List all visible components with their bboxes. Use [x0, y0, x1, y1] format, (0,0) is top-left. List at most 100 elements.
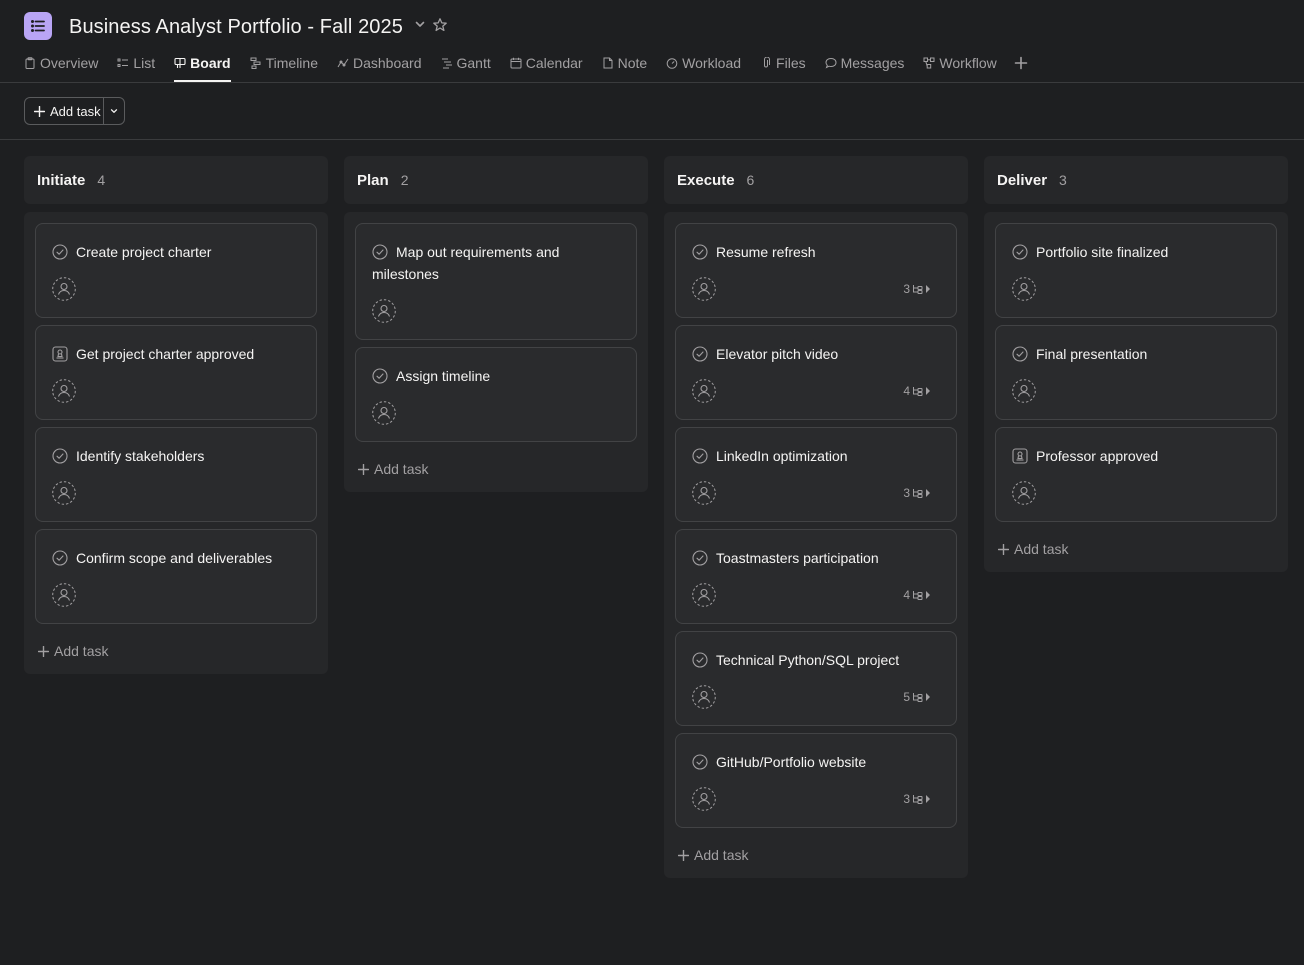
task-card[interactable]: Map out requirements and milestones: [355, 223, 637, 340]
add-tab-button[interactable]: [1014, 53, 1028, 72]
project-title[interactable]: Business Analyst Portfolio - Fall 2025: [69, 16, 403, 39]
tab-messages[interactable]: Messages: [825, 53, 904, 72]
board-toolbar: Add task: [0, 83, 1304, 140]
check-circle-icon[interactable]: [692, 448, 708, 464]
task-card[interactable]: LinkedIn optimization 3: [675, 427, 957, 522]
task-card[interactable]: Toastmasters participation 4: [675, 529, 957, 624]
board-icon: [174, 57, 186, 68]
subtasks-toggle[interactable]: 3: [903, 282, 932, 296]
tab-label: Gantt: [456, 54, 491, 71]
tab-workflow[interactable]: Workflow: [923, 53, 997, 72]
chevron-down-icon[interactable]: [413, 17, 427, 31]
assignee-avatar-icon[interactable]: [1012, 277, 1036, 301]
tab-list[interactable]: List: [117, 53, 155, 72]
tab-files[interactable]: Files: [760, 53, 806, 72]
check-circle-icon[interactable]: [692, 346, 708, 362]
column-header[interactable]: Execute 6: [664, 156, 968, 204]
column-body: Portfolio site finalized Final presentati…: [984, 212, 1288, 572]
task-card[interactable]: Confirm scope and deliverables: [35, 529, 317, 624]
add-task-dropdown[interactable]: [104, 98, 124, 124]
tab-overview[interactable]: Overview: [24, 53, 98, 72]
subtask-count: 3: [903, 486, 910, 500]
column-header[interactable]: Initiate 4: [24, 156, 328, 204]
assignee-avatar-icon[interactable]: [692, 787, 716, 811]
project-list-icon[interactable]: [24, 12, 52, 40]
assignee-avatar-icon[interactable]: [52, 583, 76, 607]
calendar-icon: [510, 57, 522, 68]
task-card[interactable]: Portfolio site finalized: [995, 223, 1277, 318]
tab-note[interactable]: Note: [602, 53, 647, 72]
tab-timeline[interactable]: Timeline: [250, 53, 318, 72]
task-card[interactable]: Elevator pitch video 4: [675, 325, 957, 420]
task-card-title-row: Map out requirements and milestones: [372, 241, 620, 285]
task-card-footer: [52, 277, 300, 301]
add-task-row-button[interactable]: Add task: [358, 458, 637, 480]
tab-board[interactable]: Board: [174, 53, 232, 82]
add-task-row-button[interactable]: Add task: [678, 844, 957, 866]
tab-workload[interactable]: Workload: [666, 53, 741, 72]
task-card[interactable]: Final presentation: [995, 325, 1277, 420]
subtasks-toggle[interactable]: 5: [903, 690, 932, 704]
task-card-title-row: Resume refresh: [692, 241, 940, 263]
assignee-avatar-icon[interactable]: [52, 379, 76, 403]
assignee-avatar-icon[interactable]: [692, 277, 716, 301]
add-task-row-button[interactable]: Add task: [998, 538, 1277, 560]
check-circle-icon[interactable]: [52, 550, 68, 566]
check-circle-icon[interactable]: [1012, 244, 1028, 260]
assignee-avatar-icon[interactable]: [692, 379, 716, 403]
assignee-avatar-icon[interactable]: [692, 685, 716, 709]
task-card[interactable]: Identify stakeholders: [35, 427, 317, 522]
check-circle-icon[interactable]: [52, 448, 68, 464]
star-icon[interactable]: [432, 17, 448, 33]
check-circle-icon[interactable]: [692, 652, 708, 668]
task-card-footer: 4: [692, 583, 940, 607]
task-card[interactable]: Assign timeline: [355, 347, 637, 442]
assignee-avatar-icon[interactable]: [692, 583, 716, 607]
add-task-button[interactable]: Add task: [25, 98, 104, 124]
task-title: LinkedIn optimization: [716, 448, 848, 464]
assignee-avatar-icon[interactable]: [52, 481, 76, 505]
check-circle-icon[interactable]: [692, 754, 708, 770]
task-card-title-row: Elevator pitch video: [692, 343, 940, 365]
column-header[interactable]: Deliver 3: [984, 156, 1288, 204]
check-circle-icon[interactable]: [52, 244, 68, 260]
subtasks-toggle[interactable]: 4: [903, 384, 932, 398]
task-card-title-row: Confirm scope and deliverables: [52, 547, 300, 569]
project-tabs: Overview List Board Timeline Dashboard G…: [24, 53, 1028, 83]
add-task-row-button[interactable]: Add task: [38, 640, 317, 662]
approval-icon[interactable]: [1012, 448, 1028, 464]
task-title: Elevator pitch video: [716, 346, 839, 362]
approval-icon[interactable]: [52, 346, 68, 362]
column-header[interactable]: Plan 2: [344, 156, 648, 204]
plus-icon: [678, 849, 694, 861]
task-card[interactable]: Professor approved: [995, 427, 1277, 522]
subtask-count: 4: [903, 588, 910, 602]
tab-gantt[interactable]: Gantt: [441, 53, 491, 72]
subtasks-toggle[interactable]: 3: [903, 486, 932, 500]
check-circle-icon[interactable]: [372, 368, 388, 384]
gantt-icon: [441, 58, 452, 68]
assignee-avatar-icon[interactable]: [372, 401, 396, 425]
tab-calendar[interactable]: Calendar: [510, 53, 583, 72]
assignee-avatar-icon[interactable]: [1012, 379, 1036, 403]
task-title: Professor approved: [1036, 448, 1159, 464]
task-card[interactable]: Create project charter: [35, 223, 317, 318]
task-card[interactable]: Technical Python/SQL project 5: [675, 631, 957, 726]
assignee-avatar-icon[interactable]: [372, 299, 396, 323]
assignee-avatar-icon[interactable]: [692, 481, 716, 505]
check-circle-icon[interactable]: [692, 244, 708, 260]
check-circle-icon[interactable]: [1012, 346, 1028, 362]
task-card[interactable]: GitHub/Portfolio website 3: [675, 733, 957, 828]
task-card[interactable]: Resume refresh 3: [675, 223, 957, 318]
assignee-avatar-icon[interactable]: [52, 277, 76, 301]
task-card[interactable]: Get project charter approved: [35, 325, 317, 420]
check-circle-icon[interactable]: [692, 550, 708, 566]
subtasks-toggle[interactable]: 4: [903, 588, 932, 602]
task-title: Map out requirements and milestones: [372, 244, 560, 282]
task-card-footer: 3: [692, 277, 940, 301]
assignee-avatar-icon[interactable]: [1012, 481, 1036, 505]
task-card-title-row: Get project charter approved: [52, 343, 300, 365]
subtasks-toggle[interactable]: 3: [903, 792, 932, 806]
check-circle-icon[interactable]: [372, 244, 388, 260]
tab-dashboard[interactable]: Dashboard: [337, 53, 422, 72]
